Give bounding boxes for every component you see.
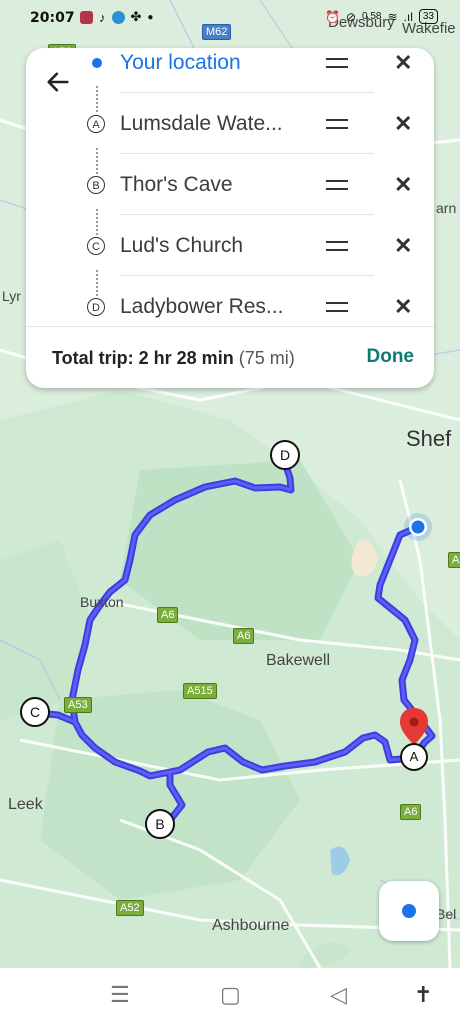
status-bar: 20:07 ♪ ✤ ● ⏰ ⊘ 0.58 ≋ .ıl 33 <box>0 0 460 36</box>
dot-icon: ● <box>147 11 154 23</box>
waypoint-marker-c[interactable]: C <box>20 697 50 727</box>
drag-handle-icon[interactable] <box>326 57 348 68</box>
stop-name[interactable]: Lud's Church <box>120 234 243 258</box>
network-speed: 0.58 <box>362 11 382 22</box>
place-label: arn <box>436 200 457 216</box>
notification-icons: ♪ ✤ ● <box>80 9 153 25</box>
close-icon[interactable]: ✕ <box>394 233 412 259</box>
place-label: Leek <box>8 796 43 813</box>
stop-name[interactable]: Thor's Cave <box>120 173 233 197</box>
drag-handle-icon[interactable] <box>326 240 348 251</box>
drag-handle-icon[interactable] <box>326 179 348 190</box>
stop-row-b[interactable]: B Thor's Cave ✕ <box>26 154 434 215</box>
directions-card: Your location ✕ A Lumsdale Wate... ✕ B T… <box>26 48 434 388</box>
trip-distance: (75 mi) <box>238 348 295 368</box>
current-location-dot <box>92 57 102 68</box>
system-icons: ⏰ ⊘ 0.58 ≋ .ıl 33 <box>325 9 438 24</box>
waypoint-marker-b[interactable]: B <box>145 809 175 839</box>
close-icon[interactable]: ✕ <box>394 111 412 137</box>
place-label: Bakewell <box>266 652 331 669</box>
stop-name[interactable]: Lumsdale Wate... <box>120 112 283 136</box>
drag-handle-icon[interactable] <box>326 301 348 312</box>
fan-icon: ✤ <box>130 9 142 24</box>
road-label: A6 <box>448 552 460 568</box>
road-label: A6 <box>233 628 255 644</box>
browser-icon <box>111 10 125 24</box>
accessibility-icon[interactable]: ✝ <box>414 982 432 1008</box>
back-icon[interactable]: ◁ <box>330 982 347 1008</box>
close-icon[interactable]: ✕ <box>394 50 412 76</box>
stop-row-a[interactable]: A Lumsdale Wate... ✕ <box>26 93 434 154</box>
road-label: A6 <box>400 804 422 820</box>
stop-row-start[interactable]: Your location ✕ <box>26 48 434 93</box>
my-location-button[interactable] <box>379 881 439 941</box>
wifi-icon: ≋ <box>387 9 398 24</box>
waypoint-marker-d[interactable]: D <box>270 440 300 470</box>
stop-marker-c: C <box>87 236 105 255</box>
done-button[interactable]: Done <box>367 346 415 368</box>
stop-marker-a: A <box>87 114 105 133</box>
place-label: Lyr <box>2 288 21 304</box>
place-label: Buxton <box>80 594 124 610</box>
drag-handle-icon[interactable] <box>326 118 348 129</box>
home-icon[interactable]: ▢ <box>220 982 241 1008</box>
road-label: A515 <box>183 683 217 699</box>
menu-icon[interactable]: ☰ <box>110 982 130 1008</box>
gallery-icon <box>80 10 93 24</box>
place-label: Ashbourne <box>212 917 290 934</box>
battery-level: 33 <box>422 11 434 22</box>
stop-marker-d: D <box>87 297 105 316</box>
close-icon[interactable]: ✕ <box>394 172 412 198</box>
stop-row-d[interactable]: D Ladybower Res... ✕ <box>26 276 434 337</box>
trip-summary: Total trip: 2 hr 28 min (75 mi) <box>52 348 295 369</box>
road-label: A52 <box>116 900 144 916</box>
stop-marker-b: B <box>87 175 105 194</box>
road-label: A6 <box>157 607 179 623</box>
stop-name[interactable]: Your location <box>120 51 241 75</box>
close-icon[interactable]: ✕ <box>394 294 412 320</box>
tiktok-icon: ♪ <box>99 9 106 25</box>
battery-icon: 33 <box>418 9 438 24</box>
waypoint-marker-a[interactable]: A <box>400 743 428 771</box>
mute-icon: ⊘ <box>345 9 356 24</box>
road-label: A53 <box>64 697 92 713</box>
trip-duration: Total trip: 2 hr 28 min <box>52 348 234 368</box>
status-time: 20:07 <box>30 10 75 26</box>
stop-name[interactable]: Ladybower Res... <box>120 295 283 319</box>
divider <box>26 326 434 327</box>
signal-icon: .ıl <box>403 9 413 24</box>
stop-row-c[interactable]: C Lud's Church ✕ <box>26 215 434 276</box>
place-label: Shef <box>406 426 452 451</box>
system-nav-bar: ☰ ▢ ◁ ✝ <box>0 968 460 1024</box>
alarm-icon: ⏰ <box>324 9 340 24</box>
place-label: Bel <box>436 906 457 922</box>
